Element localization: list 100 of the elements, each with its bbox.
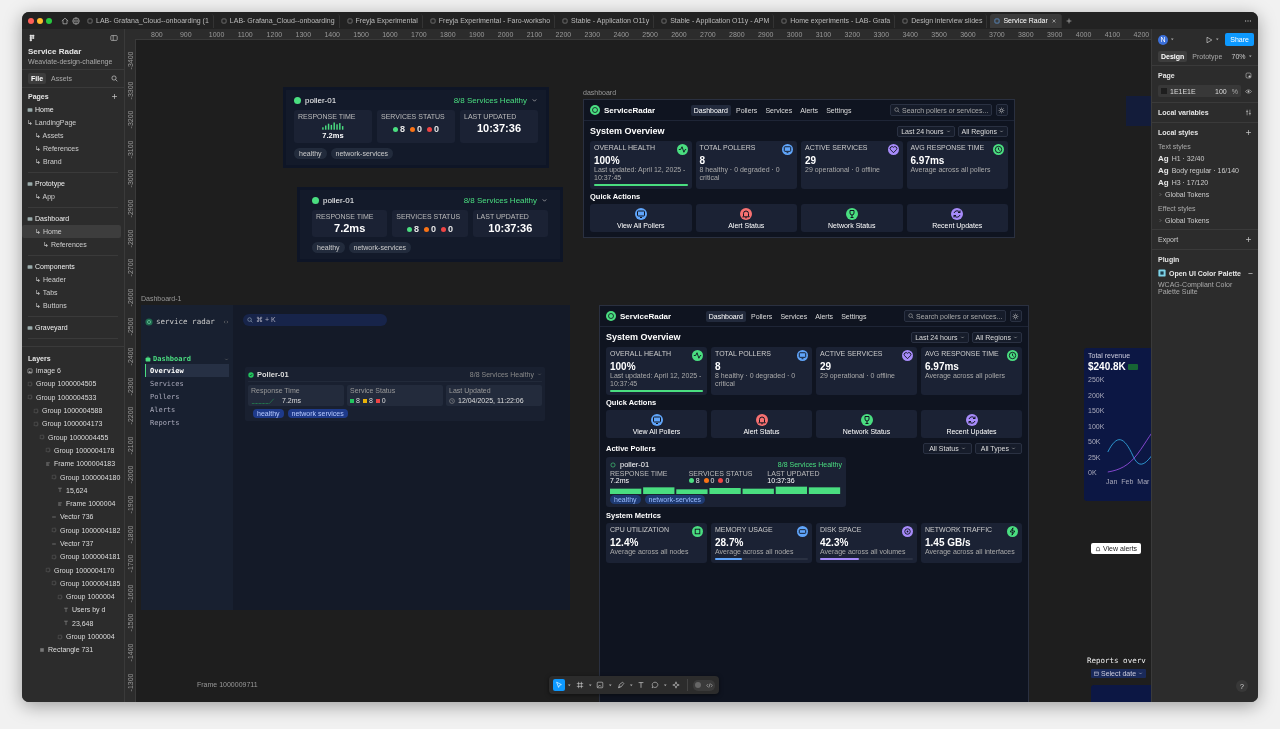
count: 0 bbox=[448, 224, 453, 234]
search-icon[interactable] bbox=[111, 75, 118, 82]
logo-icon bbox=[606, 311, 616, 321]
caret-icon[interactable] bbox=[1247, 54, 1252, 59]
rectangle-layer-icon bbox=[39, 646, 45, 653]
cursor-icon bbox=[555, 681, 563, 689]
add-icon[interactable] bbox=[1245, 236, 1252, 243]
count: 0 bbox=[417, 124, 422, 134]
frame-preview bbox=[1126, 96, 1151, 126]
chevron-down-icon bbox=[1138, 671, 1144, 676]
page-icon bbox=[27, 215, 33, 222]
minimize-window-icon[interactable] bbox=[37, 17, 43, 24]
stat-value: 8 bbox=[715, 361, 722, 372]
metric-value: 42.3% bbox=[820, 537, 850, 549]
chevron-down-icon[interactable] bbox=[541, 197, 548, 204]
page-icon bbox=[27, 324, 33, 331]
pen-icon bbox=[616, 681, 625, 689]
metric-value: 12.4% bbox=[610, 537, 640, 549]
status-ring-icon bbox=[610, 461, 616, 468]
file-name[interactable]: Service Radar bbox=[22, 43, 124, 56]
image-icon bbox=[596, 681, 604, 689]
caret-icon[interactable] bbox=[628, 682, 633, 688]
chevron-down-icon bbox=[999, 128, 1004, 134]
color-swatch[interactable] bbox=[1161, 88, 1167, 94]
page-icon bbox=[27, 106, 33, 113]
status-dot bbox=[312, 197, 319, 204]
dev-mode-toggle[interactable] bbox=[692, 679, 715, 691]
shape-tool[interactable] bbox=[594, 679, 606, 691]
chevron-down-icon bbox=[945, 128, 951, 134]
sidebar-toggle-icon[interactable] bbox=[110, 34, 118, 42]
frame-preview bbox=[1091, 685, 1151, 702]
caret-icon[interactable] bbox=[567, 682, 572, 688]
theme-toggle-button[interactable] bbox=[1010, 310, 1022, 322]
chevron-down-icon bbox=[224, 356, 229, 362]
stat-value: 8 bbox=[699, 155, 707, 166]
logo-icon bbox=[145, 317, 153, 326]
play-icon[interactable] bbox=[1204, 35, 1213, 44]
poller-name: poller-01 bbox=[323, 196, 355, 205]
metric-value: 10:37:36 bbox=[476, 122, 521, 134]
frame-layer-icon bbox=[45, 460, 51, 467]
count: 0 bbox=[431, 224, 436, 234]
add-icon[interactable] bbox=[111, 93, 118, 100]
text-layer-icon bbox=[57, 487, 63, 494]
status-dot bbox=[294, 97, 301, 104]
sparkle-icon bbox=[671, 681, 680, 689]
stat-value: 6.97ms bbox=[925, 361, 960, 372]
revenue-value: $240.8K bbox=[1088, 361, 1126, 372]
chevron-right-icon bbox=[1158, 192, 1163, 197]
caret-icon[interactable] bbox=[608, 682, 613, 688]
plugin-icon bbox=[1158, 269, 1166, 277]
caret-icon[interactable] bbox=[587, 682, 592, 688]
close-window-icon[interactable] bbox=[28, 17, 34, 24]
caret-icon[interactable] bbox=[1214, 37, 1220, 42]
styles-icon[interactable] bbox=[1245, 72, 1252, 79]
search-icon bbox=[894, 107, 900, 113]
page-icon bbox=[994, 17, 1001, 24]
new-tab-icon[interactable] bbox=[1064, 16, 1073, 25]
sparkline-drawing bbox=[321, 121, 345, 130]
eye-icon[interactable] bbox=[1245, 87, 1252, 95]
brand-name: ServiceRadar bbox=[604, 105, 656, 115]
chevron-down-icon[interactable] bbox=[531, 97, 538, 104]
comment-tool[interactable] bbox=[649, 679, 661, 691]
page-icon bbox=[429, 17, 436, 24]
maximize-window-icon[interactable] bbox=[46, 17, 52, 24]
health-status[interactable]: 8/8 Services Healthy bbox=[453, 96, 527, 105]
comment-icon bbox=[651, 681, 659, 689]
text-layer-icon bbox=[63, 620, 69, 627]
add-icon[interactable] bbox=[1245, 129, 1252, 136]
metric-value: 7.2ms bbox=[334, 222, 366, 234]
count: 8 bbox=[413, 224, 419, 234]
page-icon bbox=[27, 263, 33, 270]
chevron-right-icon bbox=[1158, 218, 1163, 223]
health-status[interactable]: 8/8 Services Healthy bbox=[463, 196, 537, 205]
count: 8 bbox=[399, 124, 405, 134]
stat-value: 100% bbox=[594, 155, 621, 166]
globe-icon[interactable] bbox=[72, 16, 80, 25]
close-icon[interactable] bbox=[1050, 17, 1057, 24]
move-tool[interactable] bbox=[553, 679, 565, 691]
page-icon bbox=[87, 17, 93, 24]
clock-icon bbox=[449, 397, 455, 404]
frame-layer-icon bbox=[57, 500, 63, 507]
group-layer-icon bbox=[57, 633, 63, 640]
theme-toggle-button[interactable] bbox=[996, 104, 1008, 116]
actions-tool[interactable] bbox=[669, 679, 682, 691]
calendar-icon bbox=[1094, 671, 1099, 676]
stat-value: 29 bbox=[820, 361, 833, 372]
metric-value: 1.45 GB/s bbox=[925, 537, 972, 549]
home-icon[interactable] bbox=[61, 16, 69, 25]
stat-value: 100% bbox=[610, 361, 637, 372]
stat-value: 6.97ms bbox=[910, 155, 946, 166]
text-layer-icon bbox=[63, 607, 69, 613]
figma-menu-icon[interactable] bbox=[28, 34, 36, 42]
code-icon bbox=[705, 681, 713, 689]
page-icon bbox=[27, 180, 33, 187]
caret-icon[interactable] bbox=[663, 682, 668, 688]
briefcase-icon bbox=[145, 356, 151, 362]
caret-icon[interactable] bbox=[1170, 37, 1175, 42]
sliders-icon[interactable] bbox=[1245, 109, 1252, 116]
page-icon bbox=[661, 17, 668, 24]
chevron-down-icon bbox=[1013, 334, 1018, 340]
